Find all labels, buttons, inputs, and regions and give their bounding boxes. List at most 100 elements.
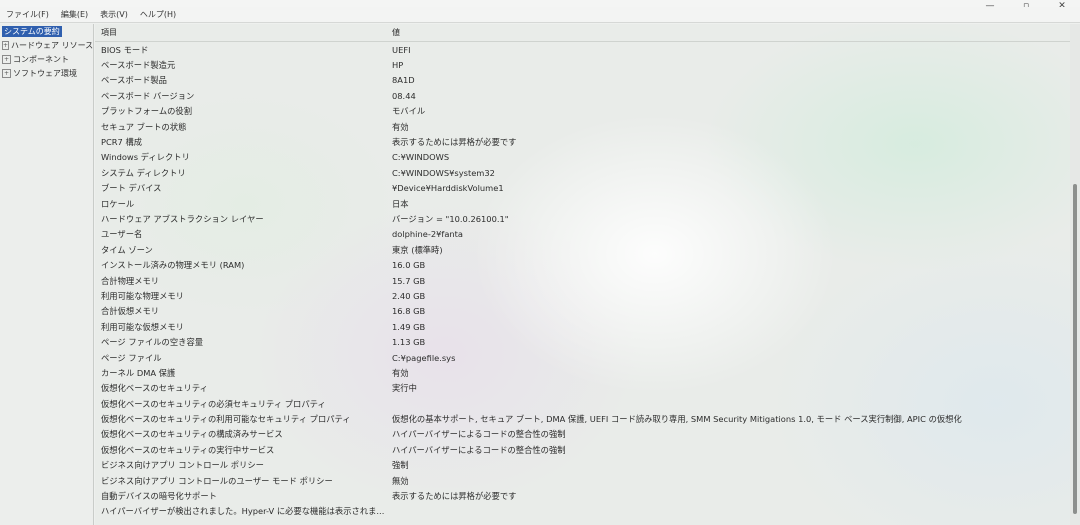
row-item-value: C:¥pagefile.sys bbox=[392, 352, 456, 363]
row-item-value: 無効 bbox=[392, 475, 409, 486]
menu-view[interactable]: 表示(V) bbox=[94, 9, 134, 20]
row-item-name: ハイパーバイザーが検出されました。Hyper-V に必要な機能は表示されま... bbox=[101, 506, 385, 517]
table-row[interactable]: ベースボード製品 8A1D bbox=[95, 73, 1070, 88]
row-item-name: 自動デバイスの暗号化サポート bbox=[101, 491, 217, 502]
table-row[interactable]: ブート デバイス ¥Device¥HarddiskVolume1 bbox=[95, 181, 1070, 196]
row-item-name: ビジネス向けアプリ コントロールのユーザー モード ポリシー bbox=[101, 475, 333, 486]
row-item-name: ベースボード製造元 bbox=[101, 60, 176, 71]
category-tree: システムの要約 + ハードウェア リソース + コンポーネント + ソフトウェア… bbox=[0, 24, 94, 525]
row-item-name: ページ ファイル bbox=[101, 352, 162, 363]
row-item-name: ロケール bbox=[101, 198, 135, 209]
table-row[interactable]: 利用可能な物理メモリ 2.40 GB bbox=[95, 288, 1070, 303]
tree-item-components[interactable]: + コンポーネント bbox=[0, 52, 93, 66]
table-row[interactable]: ページ ファイルの空き容量 1.13 GB bbox=[95, 334, 1070, 349]
column-header-item[interactable]: 項目 bbox=[95, 27, 390, 38]
row-item-name: インストール済みの物理メモリ (RAM) bbox=[101, 260, 245, 271]
row-item-name: カーネル DMA 保護 bbox=[101, 367, 176, 378]
table-row[interactable]: 合計物理メモリ 15.7 GB bbox=[95, 273, 1070, 288]
scrollbar-thumb[interactable] bbox=[1073, 184, 1077, 514]
row-item-value: dolphine-2¥fanta bbox=[392, 229, 463, 240]
expand-plus-icon[interactable]: + bbox=[2, 40, 10, 50]
row-item-value: 表示するためには昇格が必要です bbox=[392, 137, 517, 148]
row-item-value: 表示するためには昇格が必要です bbox=[392, 491, 517, 502]
row-item-value: C:¥WINDOWS¥system32 bbox=[392, 167, 495, 178]
table-row[interactable]: タイム ゾーン 東京 (標準時) bbox=[95, 242, 1070, 257]
row-item-value: 2.40 GB bbox=[392, 290, 426, 301]
table-row[interactable]: 仮想化ベースのセキュリティの実行中サービス ハイパーバイザーによるコードの整合性の… bbox=[95, 442, 1070, 457]
table-row[interactable]: プラットフォームの役割 モバイル bbox=[95, 104, 1070, 119]
row-item-value: 強制 bbox=[392, 460, 409, 471]
row-item-name: ユーザー名 bbox=[101, 229, 143, 240]
table-row[interactable]: ビジネス向けアプリ コントロール ポリシー 強制 bbox=[95, 458, 1070, 473]
row-item-name: セキュア ブートの状態 bbox=[101, 121, 187, 132]
row-item-value: 08.44 bbox=[392, 90, 416, 101]
column-header-value[interactable]: 値 bbox=[390, 27, 1070, 38]
table-row[interactable]: 仮想化ベースのセキュリティの必須セキュリティ プロパティ bbox=[95, 396, 1070, 411]
row-item-value: 実行中 bbox=[392, 383, 417, 394]
row-item-value: ハイパーバイザーによるコードの整合性の強制 bbox=[392, 429, 566, 440]
row-item-value: 8A1D bbox=[392, 75, 415, 86]
row-item-value: 1.49 GB bbox=[392, 321, 426, 332]
vertical-scrollbar[interactable] bbox=[1070, 24, 1080, 525]
menu-file[interactable]: ファイル(F) bbox=[0, 9, 55, 20]
row-item-name: 仮想化ベースのセキュリティの必須セキュリティ プロパティ bbox=[101, 398, 326, 409]
menu-help[interactable]: ヘルプ(H) bbox=[134, 9, 182, 20]
table-row[interactable]: 仮想化ベースのセキュリティの構成済みサービス ハイパーバイザーによるコードの整合性… bbox=[95, 427, 1070, 442]
table-row[interactable]: 利用可能な仮想メモリ 1.49 GB bbox=[95, 319, 1070, 334]
menu-edit[interactable]: 編集(E) bbox=[55, 9, 94, 20]
row-item-name: 合計仮想メモリ bbox=[101, 306, 160, 317]
row-item-name: Windows ディレクトリ bbox=[101, 152, 190, 163]
row-item-value: 1.13 GB bbox=[392, 337, 426, 348]
table-row[interactable]: システム ディレクトリ C:¥WINDOWS¥system32 bbox=[95, 165, 1070, 180]
table-row[interactable]: 仮想化ベースのセキュリティの利用可能なセキュリティ プロパティ 仮想化の基本サポー… bbox=[95, 411, 1070, 426]
row-item-name: タイム ゾーン bbox=[101, 244, 153, 255]
row-item-value: C:¥WINDOWS bbox=[392, 152, 450, 163]
table-row[interactable]: PCR7 構成 表示するためには昇格が必要です bbox=[95, 134, 1070, 149]
details-list: 項目 値 BIOS モード UEFI ベースボード製造元 HP ベースボード製品 8A1D… bbox=[95, 24, 1070, 525]
table-row[interactable]: BIOS モード UEFI bbox=[95, 42, 1070, 57]
row-item-value: ハイパーバイザーによるコードの整合性の強制 bbox=[392, 444, 566, 455]
tree-item-label: ハードウェア リソース bbox=[11, 40, 94, 50]
table-row[interactable]: ハードウェア アブストラクション レイヤー バージョン = "10.0.26100… bbox=[95, 211, 1070, 226]
table-row[interactable]: 仮想化ベースのセキュリティ 実行中 bbox=[95, 381, 1070, 396]
row-item-name: ベースボード製品 bbox=[101, 75, 167, 86]
row-item-name: プラットフォームの役割 bbox=[101, 106, 193, 117]
row-item-value: モバイル bbox=[392, 106, 426, 117]
table-row[interactable]: インストール済みの物理メモリ (RAM) 16.0 GB bbox=[95, 257, 1070, 272]
table-row[interactable]: 自動デバイスの暗号化サポート 表示するためには昇格が必要です bbox=[95, 488, 1070, 503]
table-row[interactable]: ロケール 日本 bbox=[95, 196, 1070, 211]
row-item-name: ベースボード バージョン bbox=[101, 90, 195, 101]
list-header: 項目 値 bbox=[95, 24, 1070, 42]
row-item-value: UEFI bbox=[392, 44, 411, 55]
list-body: BIOS モード UEFI ベースボード製造元 HP ベースボード製品 8A1D ベースボー… bbox=[95, 42, 1070, 519]
table-row[interactable]: ユーザー名 dolphine-2¥fanta bbox=[95, 227, 1070, 242]
table-row[interactable]: Windows ディレクトリ C:¥WINDOWS bbox=[95, 150, 1070, 165]
table-row[interactable]: ベースボード製造元 HP bbox=[95, 57, 1070, 72]
expand-plus-icon[interactable]: + bbox=[2, 54, 11, 64]
expand-plus-icon[interactable]: + bbox=[2, 68, 11, 78]
row-item-value: バージョン = "10.0.26100.1" bbox=[392, 213, 509, 224]
table-row[interactable]: ベースボード バージョン 08.44 bbox=[95, 88, 1070, 103]
row-item-name: 利用可能な物理メモリ bbox=[101, 290, 184, 301]
tree-item-hardware-resources[interactable]: + ハードウェア リソース bbox=[0, 38, 93, 52]
row-item-name: 仮想化ベースのセキュリティの構成済みサービス bbox=[101, 429, 283, 440]
row-item-name: システム ディレクトリ bbox=[101, 167, 186, 178]
row-item-value: 東京 (標準時) bbox=[392, 244, 443, 255]
table-row[interactable]: カーネル DMA 保護 有効 bbox=[95, 365, 1070, 380]
table-row[interactable]: ビジネス向けアプリ コントロールのユーザー モード ポリシー 無効 bbox=[95, 473, 1070, 488]
row-item-name: BIOS モード bbox=[101, 44, 149, 55]
table-row[interactable]: ページ ファイル C:¥pagefile.sys bbox=[95, 350, 1070, 365]
table-row[interactable]: セキュア ブートの状態 有効 bbox=[95, 119, 1070, 134]
table-row[interactable]: 合計仮想メモリ 16.8 GB bbox=[95, 304, 1070, 319]
row-item-name: 仮想化ベースのセキュリティの実行中サービス bbox=[101, 444, 275, 455]
table-row[interactable]: ハイパーバイザーが検出されました。Hyper-V に必要な機能は表示されま... bbox=[95, 504, 1070, 519]
row-item-name: PCR7 構成 bbox=[101, 137, 143, 148]
row-item-name: 仮想化ベースのセキュリティの利用可能なセキュリティ プロパティ bbox=[101, 414, 351, 425]
row-item-name: ブート デバイス bbox=[101, 183, 162, 194]
tree-item-software-environment[interactable]: + ソフトウェア環境 bbox=[0, 66, 93, 80]
tree-item-label: ソフトウェア環境 bbox=[13, 68, 77, 78]
row-item-name: 合計物理メモリ bbox=[101, 275, 160, 286]
tree-item-system-summary[interactable]: システムの要約 bbox=[0, 24, 93, 38]
row-item-value: ¥Device¥HarddiskVolume1 bbox=[392, 183, 504, 194]
row-item-name: ビジネス向けアプリ コントロール ポリシー bbox=[101, 460, 264, 471]
